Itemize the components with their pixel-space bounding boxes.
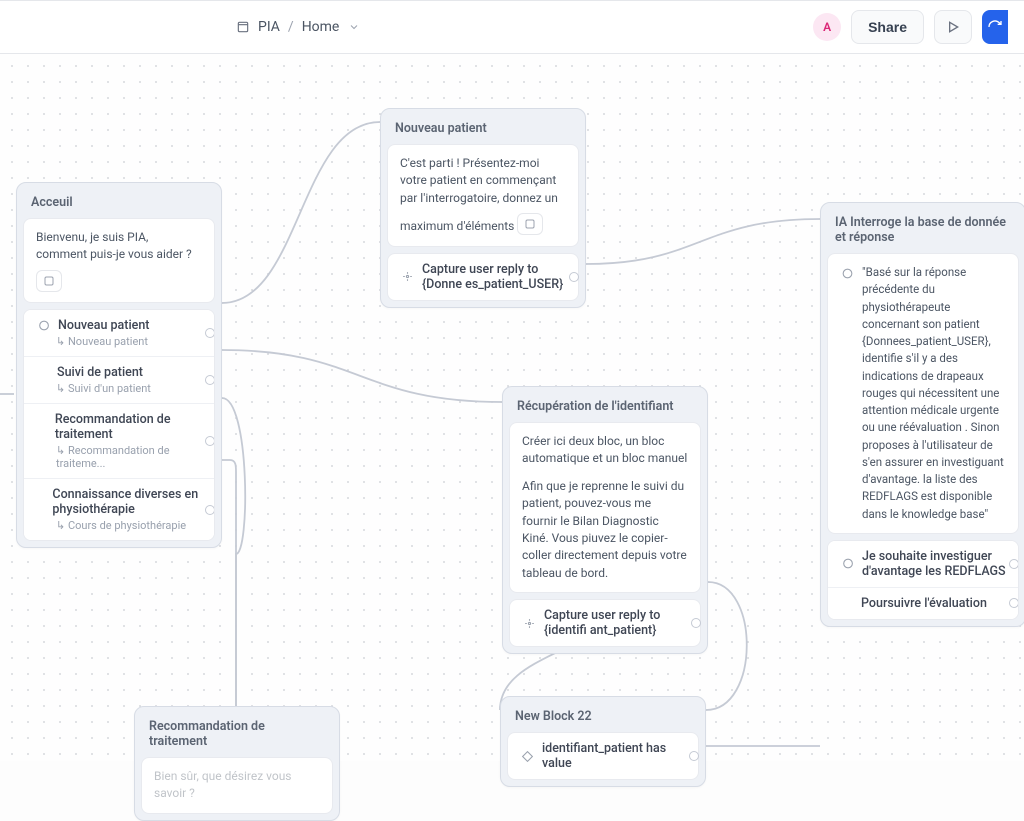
greeting-card: Bienvenu, je suis PIA, comment puis-je v… — [23, 218, 215, 303]
play-button[interactable] — [934, 10, 972, 44]
port[interactable] — [205, 436, 215, 446]
node-accueil[interactable]: Acceuil Bienvenu, je suis PIA, comment p… — [16, 182, 222, 548]
chip-icon — [517, 213, 543, 235]
choice-list: Nouveau patient Nouveau patient Suivi de… — [23, 309, 215, 541]
node-nouveau-patient[interactable]: Nouveau patient C'est parti ! Présentez-… — [380, 108, 586, 308]
choice-nouveau-patient[interactable]: Nouveau patient Nouveau patient — [24, 310, 214, 357]
avatar[interactable]: A — [813, 13, 841, 41]
node-new-block-22[interactable]: New Block 22 identifiant_patient has val… — [500, 696, 706, 787]
options-list: Je souhaite investiguer d'avantage les R… — [827, 540, 1019, 620]
node-recuperation[interactable]: Récupération de l'identifiant Créer ici … — [502, 386, 708, 654]
breadcrumb-app: PIA — [258, 19, 280, 35]
port[interactable] — [205, 375, 215, 385]
port[interactable] — [689, 751, 699, 761]
target-icon — [522, 616, 536, 630]
canvas[interactable]: Acceuil Bienvenu, je suis PIA, comment p… — [0, 54, 1024, 761]
port[interactable] — [691, 618, 701, 628]
choice-suivi-patient[interactable]: Suivi de patient Suivi d'un patient — [24, 357, 214, 404]
capture-row[interactable]: Capture user reply to {Donne es_patient_… — [387, 253, 579, 301]
node-title: New Block 22 — [507, 703, 699, 732]
quote-card: "Basé sur la réponse précédente du physi… — [827, 253, 1019, 534]
choice-recommandation[interactable]: Recommandation de traitement Recommandat… — [24, 404, 214, 479]
choice-connaissance[interactable]: Connaissance diverses en physiothérapie … — [24, 479, 214, 540]
breadcrumb-sep: / — [288, 19, 294, 35]
chat-icon — [36, 319, 50, 333]
port[interactable] — [569, 272, 579, 282]
node-ia-interroge[interactable]: IA Interroge la base de donnée et répons… — [820, 202, 1024, 627]
port[interactable] — [1009, 598, 1019, 608]
sparkle-icon — [840, 266, 854, 280]
chat-icon — [840, 557, 854, 571]
node-recommandation[interactable]: Recommandation de traitement Bien sûr, q… — [134, 706, 340, 821]
body-card: Bien sûr, que désirez vous savoir ? — [141, 757, 333, 814]
node-title: Recommandation de traitement — [141, 713, 333, 757]
breadcrumb-page: Home — [302, 19, 340, 35]
node-title: Acceuil — [23, 189, 215, 218]
chevron-down-icon — [347, 20, 361, 34]
port[interactable] — [205, 328, 215, 338]
body-card: Créer ici deux bloc, un bloc automatique… — [509, 422, 701, 593]
breadcrumb[interactable]: PIA / Home — [236, 19, 361, 35]
chip-icon — [36, 270, 62, 292]
condition-row[interactable]: identifiant_patient has value — [507, 732, 699, 780]
node-title: Récupération de l'identifiant — [509, 393, 701, 422]
refresh-button[interactable] — [982, 10, 1008, 44]
target-icon — [400, 270, 414, 284]
topbar: PIA / Home A Share — [0, 0, 1024, 54]
body-card: C'est parti ! Présentez-moi votre patien… — [387, 144, 579, 247]
port[interactable] — [205, 505, 215, 515]
share-button[interactable]: Share — [851, 10, 924, 44]
node-title: IA Interroge la base de donnée et répons… — [827, 209, 1019, 253]
greeting-text: Bienvenu, je suis PIA, comment puis-je v… — [36, 230, 192, 261]
port[interactable] — [1009, 559, 1019, 569]
option-poursuivre[interactable]: Poursuivre l'évaluation — [828, 588, 1018, 619]
option-investiguer[interactable]: Je souhaite investiguer d'avantage les R… — [828, 541, 1018, 588]
node-title: Nouveau patient — [387, 115, 579, 144]
capture-row[interactable]: Capture user reply to {identifi ant_pati… — [509, 599, 701, 647]
book-icon — [236, 20, 250, 34]
